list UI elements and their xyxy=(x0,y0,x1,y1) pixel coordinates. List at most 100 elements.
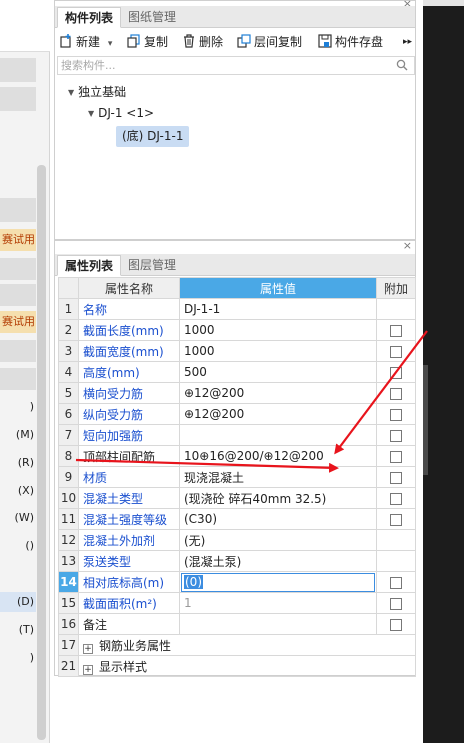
property-row[interactable]: 14 相对底标高(m) (0) xyxy=(58,571,416,593)
toolbar-overflow-button[interactable]: ▸▸ xyxy=(403,33,412,53)
add-checkbox[interactable] xyxy=(390,513,402,526)
left-menu-item[interactable]: ) xyxy=(0,397,36,417)
tab-layer-management[interactable]: 图层管理 xyxy=(121,255,183,276)
property-value[interactable]: (C30) xyxy=(179,508,377,530)
add-checkbox[interactable] xyxy=(390,471,402,484)
left-menu-item[interactable]: (R) xyxy=(0,453,36,473)
copy-button[interactable]: 复制 xyxy=(127,33,168,53)
property-value[interactable]: (混凝土泵) xyxy=(179,550,377,572)
property-row[interactable]: 7 短向加强筋 xyxy=(58,424,416,446)
property-value[interactable]: 1000 xyxy=(179,340,377,362)
property-group-row[interactable]: 21 + 显示样式 xyxy=(58,655,416,677)
add-checkbox[interactable] xyxy=(390,429,402,442)
property-value[interactable]: ⊕12@200 xyxy=(179,382,377,404)
canvas-area[interactable] xyxy=(423,0,464,743)
add-checkbox[interactable] xyxy=(390,597,402,610)
property-value[interactable]: (无) xyxy=(179,529,377,551)
tree-node-dj-1[interactable]: ▼ DJ-1 <1> xyxy=(88,106,154,120)
property-value-text[interactable]: (0) xyxy=(184,574,203,589)
search-box[interactable] xyxy=(57,56,415,75)
left-menu-item[interactable]: (X) xyxy=(0,481,36,501)
property-value[interactable]: (现浇砼 碎石40mm 32.5) xyxy=(179,487,377,509)
search-input[interactable] xyxy=(58,57,388,74)
left-scrollbar[interactable] xyxy=(37,165,46,740)
property-row[interactable]: 13 泵送类型 (混凝土泵) xyxy=(58,550,416,572)
add-checkbox[interactable] xyxy=(390,366,402,379)
property-row[interactable]: 9 材质 现浇混凝土 xyxy=(58,466,416,488)
tree-collapse-icon[interactable]: ▼ xyxy=(68,88,74,97)
row-number: 16 xyxy=(58,613,79,635)
left-panel-block xyxy=(0,58,36,82)
expand-icon[interactable]: + xyxy=(83,664,93,675)
property-name: 截面面积(m²) xyxy=(78,592,180,614)
property-value-text: 1000 xyxy=(184,323,215,337)
property-group[interactable]: + 钢筋业务属性 xyxy=(78,634,416,656)
tree-leaf-dj-1-1[interactable]: (底) DJ-1-1 xyxy=(116,126,190,147)
property-value[interactable]: 1 xyxy=(179,592,377,614)
left-menu-item-selected[interactable]: (D) xyxy=(0,592,36,612)
property-row[interactable]: 2 截面长度(mm) 1000 xyxy=(58,319,416,341)
property-row[interactable]: 10 混凝土类型 (现浇砼 碎石40mm 32.5) xyxy=(58,487,416,509)
property-value[interactable]: 500 xyxy=(179,361,377,383)
search-icon[interactable] xyxy=(396,59,408,71)
property-value[interactable]: (0) xyxy=(179,571,377,593)
property-row[interactable]: 6 纵向受力筋 ⊕12@200 xyxy=(58,403,416,425)
property-row[interactable]: 11 混凝土强度等级 (C30) xyxy=(58,508,416,530)
header-name: 属性名称 xyxy=(78,277,180,299)
property-row[interactable]: 4 高度(mm) 500 xyxy=(58,361,416,383)
property-row[interactable]: 12 混凝土外加剂 (无) xyxy=(58,529,416,551)
left-panel-block xyxy=(0,198,36,222)
left-panel-header xyxy=(0,0,50,52)
left-menu-item[interactable]: () xyxy=(0,536,36,556)
delete-button-label: 删除 xyxy=(199,35,224,49)
property-group-row[interactable]: 17 + 钢筋业务属性 xyxy=(58,634,416,656)
left-menu-item[interactable]: (T) xyxy=(0,620,36,640)
property-row[interactable]: 5 横向受力筋 ⊕12@200 xyxy=(58,382,416,404)
left-menu-item[interactable]: (W) xyxy=(0,508,36,528)
save-component-button[interactable]: 构件存盘 xyxy=(318,33,383,53)
floor-copy-button[interactable]: 层间复制 xyxy=(237,33,302,53)
tree-collapse-icon[interactable]: ▼ xyxy=(88,109,94,118)
delete-button[interactable]: 删除 xyxy=(182,33,223,53)
left-panel-block xyxy=(0,340,36,362)
row-number: 1 xyxy=(58,298,79,320)
add-checkbox[interactable] xyxy=(390,450,402,463)
property-value[interactable]: 1000 xyxy=(179,319,377,341)
add-checkbox[interactable] xyxy=(390,492,402,505)
row-number: 7 xyxy=(58,424,79,446)
left-menu-item[interactable]: (M) xyxy=(0,425,36,445)
property-value[interactable]: DJ-1-1 xyxy=(179,298,377,320)
property-value[interactable]: 10⊕16@200/⊕12@200 xyxy=(179,445,377,467)
row-number: 8 xyxy=(58,445,79,467)
add-checkbox[interactable] xyxy=(390,387,402,400)
new-button[interactable]: 新建 ▾ xyxy=(59,33,112,53)
property-value[interactable] xyxy=(179,613,377,635)
property-row[interactable]: 3 截面宽度(mm) 1000 xyxy=(58,340,416,362)
tab-property-list[interactable]: 属性列表 xyxy=(57,255,122,276)
property-value[interactable] xyxy=(179,424,377,446)
splitter-handle[interactable] xyxy=(423,365,428,475)
add-checkbox[interactable] xyxy=(390,324,402,337)
tree-node-isolated-foundation[interactable]: ▼ 独立基础 xyxy=(68,83,126,100)
property-value[interactable]: 现浇混凝土 xyxy=(179,466,377,488)
add-checkbox[interactable] xyxy=(390,345,402,358)
expand-icon[interactable]: + xyxy=(83,643,93,654)
tab-drawing-management[interactable]: 图纸管理 xyxy=(121,7,183,28)
property-name: 截面长度(mm) xyxy=(78,319,180,341)
left-panel-block xyxy=(0,284,36,306)
property-group[interactable]: + 显示样式 xyxy=(78,655,416,677)
property-value[interactable]: ⊕12@200 xyxy=(179,403,377,425)
add-checkbox[interactable] xyxy=(390,576,402,589)
chevron-down-icon[interactable]: ▾ xyxy=(108,39,113,49)
add-checkbox[interactable] xyxy=(390,408,402,421)
close-icon[interactable]: × xyxy=(403,239,412,252)
property-row[interactable]: 8 顶部柱间配筋 10⊕16@200/⊕12@200 xyxy=(58,445,416,467)
left-menu-item[interactable]: ) xyxy=(0,648,36,668)
property-row[interactable]: 16 备注 xyxy=(58,613,416,635)
add-checkbox[interactable] xyxy=(390,618,402,631)
row-number: 3 xyxy=(58,340,79,362)
property-row[interactable]: 15 截面面积(m²) 1 xyxy=(58,592,416,614)
property-row[interactable]: 1 名称 DJ-1-1 xyxy=(58,298,416,320)
property-value-editor[interactable]: (0) xyxy=(181,572,375,592)
tab-component-list[interactable]: 构件列表 xyxy=(57,7,122,28)
